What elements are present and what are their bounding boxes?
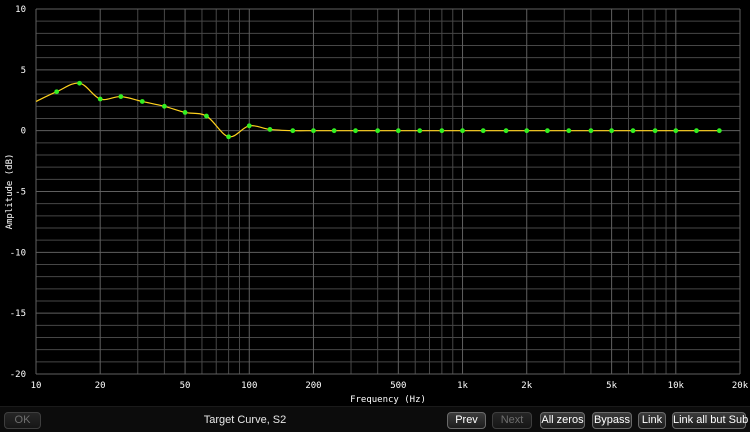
footer-toolbar: OK Target Curve, S2 Prev Next All zeros …: [0, 406, 750, 432]
link-all-but-sub-button[interactable]: Link all but Sub: [672, 412, 748, 429]
curve-point[interactable]: [97, 96, 103, 102]
curve-point[interactable]: [439, 128, 445, 134]
curve-point[interactable]: [353, 128, 358, 134]
x-tick-label: 200: [305, 381, 321, 391]
x-tick-label: 50: [180, 381, 191, 391]
curve-point[interactable]: [161, 103, 167, 109]
all-zeros-button[interactable]: All zeros: [540, 412, 585, 429]
curve-point[interactable]: [375, 128, 381, 134]
bypass-button[interactable]: Bypass: [592, 412, 632, 429]
curve-point[interactable]: [139, 99, 145, 104]
curve-point[interactable]: [54, 89, 60, 95]
curve-point[interactable]: [417, 128, 423, 134]
link-button[interactable]: Link: [638, 412, 666, 429]
x-axis-tick-labels: 10 20 50 100 200 500 1k 2k 5k 10k 20k: [31, 381, 749, 391]
curve-point[interactable]: [290, 128, 296, 134]
y-tick-label: 5: [21, 66, 26, 76]
curve-point[interactable]: [246, 123, 252, 129]
curve-point[interactable]: [182, 110, 188, 115]
curve-point[interactable]: [311, 128, 316, 134]
curve-point[interactable]: [118, 94, 124, 99]
x-axis-title: Frequency (Hz): [350, 395, 426, 405]
x-tick-label: 10: [31, 381, 42, 391]
y-tick-label: 0: [21, 127, 26, 137]
curve-point[interactable]: [226, 134, 231, 140]
x-tick-label: 20k: [732, 381, 749, 391]
curve-point[interactable]: [545, 128, 550, 134]
curve-point[interactable]: [267, 127, 273, 132]
curve-point[interactable]: [204, 113, 209, 119]
next-button[interactable]: Next: [492, 412, 532, 429]
curve-point[interactable]: [630, 128, 636, 134]
y-tick-label: -10: [10, 248, 26, 258]
y-tick-label: -15: [10, 309, 26, 319]
curve-point[interactable]: [480, 128, 486, 134]
y-tick-label: 10: [15, 5, 26, 15]
curve-point[interactable]: [503, 128, 509, 134]
major-grid: [35, 8, 741, 375]
curve-name-label: Target Curve, S2: [203, 414, 287, 426]
curve-point[interactable]: [652, 128, 658, 134]
ok-button[interactable]: OK: [4, 412, 41, 429]
x-tick-label: 1k: [457, 381, 468, 391]
x-tick-label: 20: [95, 381, 106, 391]
frequency-response-chart[interactable]: 10 20 50 100 200 500 1k 2k 5k 10k 20k 1050-5-10-15…: [0, 0, 750, 406]
curve-point[interactable]: [588, 128, 594, 134]
curve-point[interactable]: [694, 128, 699, 134]
curve-point[interactable]: [77, 80, 82, 86]
x-tick-label: 10k: [668, 381, 685, 391]
x-tick-label: 5k: [606, 381, 617, 391]
x-tick-label: 2k: [521, 381, 532, 391]
curve-point[interactable]: [566, 128, 572, 134]
x-tick-label: 100: [241, 381, 257, 391]
y-tick-label: -5: [15, 188, 26, 198]
y-axis-title: Amplitude (dB): [5, 154, 15, 230]
curve-point[interactable]: [524, 128, 530, 134]
y-tick-label: -20: [10, 370, 26, 380]
curve-point[interactable]: [673, 128, 679, 134]
curve-point[interactable]: [716, 128, 722, 134]
curve-point[interactable]: [609, 128, 615, 134]
target-curve-window: 10 20 50 100 200 500 1k 2k 5k 10k 20k 10 5 0 -5 -10 -15…: [0, 0, 750, 432]
curve-point[interactable]: [395, 128, 401, 134]
curve-point[interactable]: [331, 128, 337, 134]
curve-point[interactable]: [460, 128, 465, 134]
x-tick-label: 500: [390, 381, 406, 391]
prev-button[interactable]: Prev: [447, 412, 486, 429]
